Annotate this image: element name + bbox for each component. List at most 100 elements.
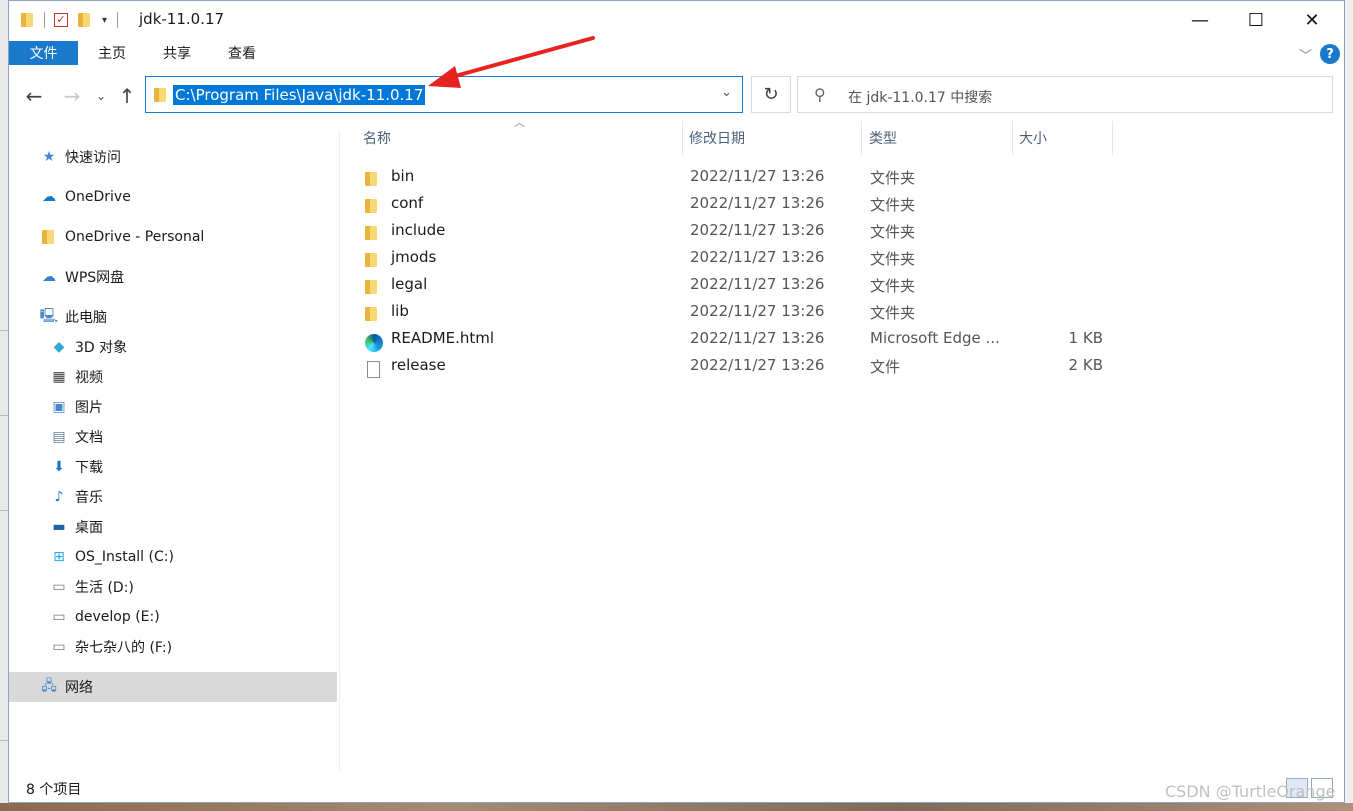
column-divider[interactable] [1012, 121, 1013, 155]
nav-item-drive-f[interactable]: ▭ 杂七杂八的 (F:) [49, 633, 172, 661]
nav-item-3d-objects[interactable]: ◆ 3D 对象 [49, 333, 128, 361]
drive-icon: ▭ [52, 639, 66, 655]
search-box[interactable]: ⚲ 在 jdk-11.0.17 中搜索 [797, 76, 1333, 113]
file-explorer-window: ✓ ▾ jdk-11.0.17 — ☐ ✕ 文件 主页 共享 查看 ﹀ ? ← … [8, 0, 1345, 803]
up-button[interactable]: ↑ [115, 81, 139, 111]
edge-icon [365, 329, 383, 352]
file-row-readme[interactable]: README.html 2022/11/27 13:26 Microsoft E… [361, 324, 1121, 352]
tab-view[interactable]: 查看 [217, 41, 267, 65]
column-header-name[interactable]: 名称 [363, 121, 391, 155]
desktop-wallpaper-strip [0, 803, 1353, 811]
nav-item-desktop[interactable]: ▬ 桌面 [49, 513, 103, 541]
tab-home[interactable]: 主页 [87, 41, 137, 65]
cloud-icon: ☁ [42, 269, 56, 285]
nav-item-wps[interactable]: ☁ WPS网盘 [39, 263, 124, 291]
file-row-legal[interactable]: legal 2022/11/27 13:26 文件夹 [361, 270, 1121, 297]
nav-item-music[interactable]: ♪ 音乐 [49, 483, 103, 511]
folder-icon [365, 302, 383, 321]
nav-item-network[interactable]: 🖧 网络 [39, 673, 93, 701]
column-divider[interactable] [861, 121, 862, 155]
file-row-include[interactable]: include 2022/11/27 13:26 文件夹 [361, 216, 1121, 243]
watermark: CSDN @TurtleOrange [1165, 782, 1336, 801]
status-item-count: 8 个项目 [26, 782, 82, 798]
sort-ascending-icon: ︿ [514, 116, 525, 129]
tab-share[interactable]: 共享 [152, 41, 202, 65]
folder-icon [39, 228, 59, 246]
refresh-button[interactable]: ↻ [751, 76, 791, 113]
nav-item-drive-e[interactable]: ▭ develop (E:) [49, 603, 159, 631]
cube-icon: ◆ [53, 339, 65, 355]
nav-item-pictures[interactable]: ▣ 图片 [49, 393, 103, 421]
drive-icon: ▭ [52, 609, 66, 625]
desktop-icon: ▬ [52, 519, 66, 535]
cloud-icon: ☁ [42, 189, 56, 205]
file-row-release[interactable]: release 2022/11/27 13:26 文件 2 KB [361, 351, 1121, 378]
search-placeholder: 在 jdk-11.0.17 中搜索 [848, 90, 993, 106]
address-path[interactable]: C:\Program Files\Java\jdk-11.0.17 [173, 85, 426, 105]
nav-item-onedrive[interactable]: ☁ OneDrive [39, 183, 131, 211]
ribbon-tabs: 文件 主页 共享 查看 [9, 41, 1344, 67]
arrow-left-icon: ← [25, 84, 43, 108]
document-icon: ▤ [52, 429, 66, 445]
help-button[interactable]: ? [1320, 44, 1340, 64]
music-icon: ♪ [54, 489, 64, 505]
forward-button[interactable]: → [59, 81, 85, 111]
address-bar[interactable]: C:\Program Files\Java\jdk-11.0.17 ⌄ [145, 76, 743, 113]
background-edge-right [1345, 0, 1353, 811]
maximize-button[interactable]: ☐ [1228, 1, 1284, 39]
back-button[interactable]: ← [21, 81, 47, 111]
folder-icon [365, 275, 383, 294]
background-window-edge [0, 0, 8, 811]
folder-icon [154, 88, 168, 102]
film-icon: ▦ [52, 369, 66, 385]
star-icon: ★ [42, 149, 56, 165]
nav-item-downloads[interactable]: ⬇ 下载 [49, 453, 103, 481]
nav-item-drive-c[interactable]: ⊞ OS_Install (C:) [49, 543, 174, 571]
chevron-down-icon: ⌄ [95, 89, 107, 103]
properties-icon[interactable]: ✓ [54, 13, 68, 27]
file-row-conf[interactable]: conf 2022/11/27 13:26 文件夹 [361, 189, 1121, 216]
folder-icon [365, 194, 383, 213]
file-icon [365, 356, 383, 378]
column-header-size[interactable]: 大小 [1019, 121, 1047, 155]
drive-icon: ▭ [52, 579, 66, 595]
customize-quick-access-icon[interactable]: ▾ [102, 15, 107, 26]
recent-locations-button[interactable]: ⌄ [93, 81, 109, 111]
download-icon: ⬇ [53, 459, 65, 475]
tab-file[interactable]: 文件 [9, 41, 78, 65]
nav-item-documents[interactable]: ▤ 文档 [49, 423, 103, 451]
chevron-down-icon[interactable]: ⌄ [721, 85, 732, 100]
computer-icon: 🖳 [39, 308, 59, 324]
title-bar: ✓ ▾ jdk-11.0.17 — ☐ ✕ [9, 1, 1344, 39]
new-folder-icon[interactable] [78, 13, 92, 27]
column-divider[interactable] [682, 121, 683, 155]
picture-icon: ▣ [52, 399, 66, 415]
navigation-pane: ★ 快速访问 ☁ OneDrive OneDrive - Personal ☁ WPS… [9, 131, 340, 771]
folder-icon [365, 221, 383, 240]
file-row-jmods[interactable]: jmods 2022/11/27 13:26 文件夹 [361, 243, 1121, 270]
nav-item-quick-access[interactable]: ★ 快速访问 [39, 143, 121, 171]
column-header-type[interactable]: 类型 [869, 121, 897, 155]
folder-icon [365, 248, 383, 267]
arrow-up-icon: ↑ [118, 84, 136, 108]
file-row-bin[interactable]: bin 2022/11/27 13:26 文件夹 [361, 162, 1121, 189]
quick-access-toolbar: ✓ ▾ [21, 10, 119, 30]
search-icon: ⚲ [814, 85, 826, 104]
window-title: jdk-11.0.17 [139, 10, 225, 28]
folder-icon [21, 13, 35, 27]
minimize-button[interactable]: — [1172, 1, 1228, 39]
arrow-right-icon: → [63, 84, 81, 108]
expand-ribbon-icon[interactable]: ﹀ [1299, 45, 1312, 64]
nav-item-this-pc[interactable]: 🖳 此电脑 [39, 303, 107, 331]
folder-icon [365, 167, 383, 186]
close-button[interactable]: ✕ [1284, 1, 1340, 39]
network-icon: 🖧 [41, 678, 57, 694]
nav-item-onedrive-personal[interactable]: OneDrive - Personal [39, 223, 204, 251]
nav-item-videos[interactable]: ▦ 视频 [49, 363, 103, 391]
column-divider[interactable] [1112, 121, 1113, 155]
file-row-lib[interactable]: lib 2022/11/27 13:26 文件夹 [361, 297, 1121, 324]
nav-item-drive-d[interactable]: ▭ 生活 (D:) [49, 573, 134, 601]
drive-icon: ⊞ [53, 549, 65, 565]
column-header-date[interactable]: 修改日期 [689, 121, 745, 155]
refresh-icon: ↻ [763, 84, 779, 105]
